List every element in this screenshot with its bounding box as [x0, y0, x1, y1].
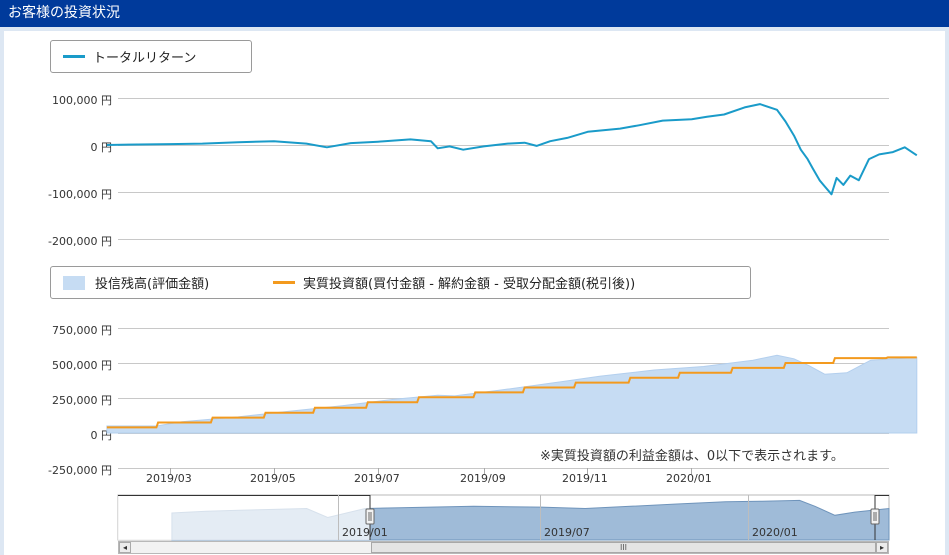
balance-area — [106, 354, 918, 434]
scroll-right-icon[interactable]: ▸ — [876, 542, 888, 553]
navigator-mask — [118, 495, 370, 540]
total-return-series — [106, 103, 918, 196]
navigator-handle-left[interactable] — [365, 508, 375, 525]
navigator-scrollbar[interactable]: ◂ III ▸ — [118, 541, 889, 554]
total-return-line — [106, 103, 918, 196]
investment-series — [106, 354, 918, 434]
scrollbar-thumb[interactable]: III — [371, 542, 876, 553]
navigator-handle-right[interactable] — [870, 508, 880, 525]
charts-canvas: 2019/01 2019/07 2020/01 — [106, 98, 918, 541]
handle-body[interactable] — [870, 508, 880, 525]
handle-body[interactable] — [365, 508, 375, 525]
navigator-tick-label: 2019/07 — [544, 526, 590, 539]
scroll-left-icon[interactable]: ◂ — [119, 542, 131, 553]
navigator-tick-label: 2020/01 — [752, 526, 798, 539]
navigator-tick-label: 2019/01 — [342, 526, 388, 539]
grid-lines-1 — [118, 98, 889, 240]
